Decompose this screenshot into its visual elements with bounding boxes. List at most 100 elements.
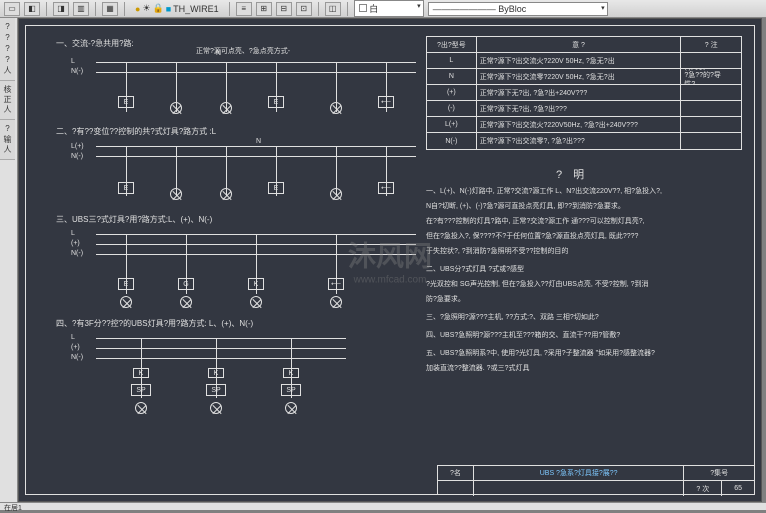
tab-2[interactable]: 核正人	[0, 81, 15, 120]
comp-G-1: G	[178, 278, 194, 290]
lamp-3	[330, 102, 342, 114]
table-cell: L	[427, 53, 477, 68]
explain-line: 但在?急投入?, 保????不?于任何位置?急?源直投点亮灯具, 既此????	[426, 231, 638, 241]
explain-line: 五、UBS?急照明系?中, 使用?光灯具, ?采用?子整流器 "如采用?感整流器…	[426, 348, 655, 358]
drawing-canvas[interactable]: 一、交流-?急共用?路: 正常?源可点亮、?急点亮方式- L N(-) N E …	[18, 18, 762, 502]
tb-empty	[474, 481, 685, 496]
tab-3[interactable]: ?输人	[0, 120, 15, 160]
table-cell	[681, 133, 741, 149]
explain-line: 防?急要求。	[426, 294, 465, 304]
table-cell: 正常?源下无?出, ?急?出+240V???	[477, 85, 682, 100]
lamp-11	[135, 402, 147, 414]
tool-btn-6[interactable]: ≡	[236, 2, 252, 16]
s4-l2: (+)	[71, 344, 80, 351]
explain-line: ?光双控和 SG声光控制, 但在?急投入??灯由UBS点亮, 不受?控制, ?到…	[426, 279, 648, 289]
tool-btn-2[interactable]: ◧	[24, 2, 40, 16]
tool-btn-7[interactable]: ⊞	[256, 2, 272, 16]
lamp-10	[330, 296, 342, 308]
left-sidebar: ????人 核正人 ?输人	[0, 18, 18, 502]
comp-E-2: E	[268, 96, 284, 108]
table-cell: L(+)	[427, 117, 477, 132]
comp-K-c: K	[283, 368, 299, 378]
explain-line: 三、?急照明?源???主机, ??方式:?、双路 三相?切如此?	[426, 312, 599, 322]
lamp-1	[170, 102, 182, 114]
lamp-7	[120, 296, 132, 308]
s1-label-L: L	[71, 58, 75, 65]
table-cell	[681, 101, 741, 116]
comp-E-1: E	[118, 96, 134, 108]
explain-line: 于失控状?, ?到消防?急照明不受??控制的目的	[426, 246, 568, 256]
comp-box-3: ⟵	[328, 278, 344, 290]
table-cell: 正常?源下?出交流零?, ?急?出???	[477, 133, 682, 149]
table-note	[681, 53, 741, 68]
table-cell: 正常?源下无?出, ?急?出???	[477, 101, 682, 116]
tb-sheet-label: ?集号	[684, 466, 754, 480]
s2-l2: N(-)	[71, 153, 83, 160]
lamp-6	[330, 188, 342, 200]
s3-l3: N(-)	[71, 250, 83, 257]
tb-sheet: 65	[722, 481, 754, 496]
layer-color-icon: ■	[166, 4, 171, 14]
s2-Nr: N	[256, 138, 261, 145]
comp-box-1: ⟵	[378, 96, 394, 108]
linetype-label: ByBloc	[498, 4, 526, 14]
section1-title: 一、交流-?急共用?路:	[56, 38, 134, 49]
output-table: ?出?型号 意 ? ? 注 L正常?源下?出交流火?220V 50Hz, ?急无…	[426, 36, 742, 150]
lock-icon: 🔒	[153, 3, 164, 14]
table-cell	[681, 85, 741, 100]
table-cell: 正常?源下?出交流火?220V50Hz, ?急?出+240V???	[477, 117, 682, 132]
th-2: 意 ?	[477, 37, 682, 52]
s4-l3: N(-)	[71, 354, 83, 361]
section1-subtitle: 正常?源可点亮、?急点亮方式-	[196, 46, 290, 56]
s1-label-Nr: N	[216, 50, 221, 57]
tool-btn-1[interactable]: ▭	[4, 2, 20, 16]
color-label: 白	[369, 4, 378, 14]
s3-l1: L	[71, 230, 75, 237]
th-1: ?出?型号	[427, 37, 477, 52]
tool-btn-5[interactable]: ▦	[102, 2, 118, 16]
layer-selector[interactable]: ● ☀ 🔒 ■ TH_WIRE1	[131, 3, 223, 14]
comp-SP-c: SP	[281, 384, 301, 396]
explain-line: 二、UBS分?式灯具 ?式或?感型	[426, 264, 524, 274]
sun-icon: ☀	[142, 3, 150, 14]
tool-btn-10[interactable]: ◫	[325, 2, 341, 16]
s3-l2: (+)	[71, 240, 80, 247]
table-cell: 正常?源下?出交流零?220V 50Hz, ?急无?出	[477, 69, 682, 84]
lamp-5	[220, 188, 232, 200]
titleblock: ?名 UBS ?急系?灯具接?展?? ?集号 ? 次 65	[437, 465, 755, 495]
s4-l1: L	[71, 334, 75, 341]
tool-btn-9[interactable]: ⊡	[296, 2, 312, 16]
layer-name: TH_WIRE1	[173, 4, 219, 14]
s2-l1: L(+)	[71, 143, 84, 150]
tab-1[interactable]: ????人	[0, 18, 15, 81]
s1-label-N: N(-)	[71, 68, 83, 75]
comp-box-2: ⟵	[378, 182, 394, 194]
comp-SP-a: SP	[131, 384, 151, 396]
tool-btn-3[interactable]: ◨	[53, 2, 69, 16]
explain-line: 在?有???控制的灯具?路中, 正常?交流?源工作 通???可以控制灯具亮?,	[426, 216, 645, 226]
table-cell: ( )内表?? ?急??的?导 性?	[681, 69, 741, 84]
section3-title: 三、UBS三?式灯具?用?路方式:L、(+)、N(-)	[56, 214, 212, 225]
table-cell: (-)	[427, 101, 477, 116]
linetype-dropdown[interactable]: ——————— ByBloc	[428, 2, 608, 16]
lamp-8	[180, 296, 192, 308]
lightbulb-icon: ●	[135, 4, 140, 14]
explain-line: 加装直流??整流器. ?或三?式灯具	[426, 363, 529, 373]
lamp-12	[210, 402, 222, 414]
tool-btn-8[interactable]: ⊟	[276, 2, 292, 16]
lamp-2	[220, 102, 232, 114]
section2-title: 二、?有??变位??控制的共?式灯具?路方式 :L	[56, 126, 216, 137]
lamp-13	[285, 402, 297, 414]
color-dropdown[interactable]: 白	[354, 0, 424, 17]
explain-title: ? 明	[556, 166, 588, 182]
comp-E-5: E	[118, 278, 134, 290]
comp-K-a: K	[133, 368, 149, 378]
section4-title: 四、?有3F分??控?的UBS灯具?用?路方式: L、(+)、N(-)	[56, 318, 253, 329]
explain-line: 四、UBS?急照明?源???主机至???箱的交、直流干??用?管敷?	[426, 330, 620, 340]
comp-E-3: E	[118, 182, 134, 194]
comp-E-4: E	[268, 182, 284, 194]
table-cell: (+)	[427, 85, 477, 100]
tool-btn-4[interactable]: ▥	[73, 2, 89, 16]
table-cell	[681, 117, 741, 132]
tb-empty	[438, 481, 474, 496]
